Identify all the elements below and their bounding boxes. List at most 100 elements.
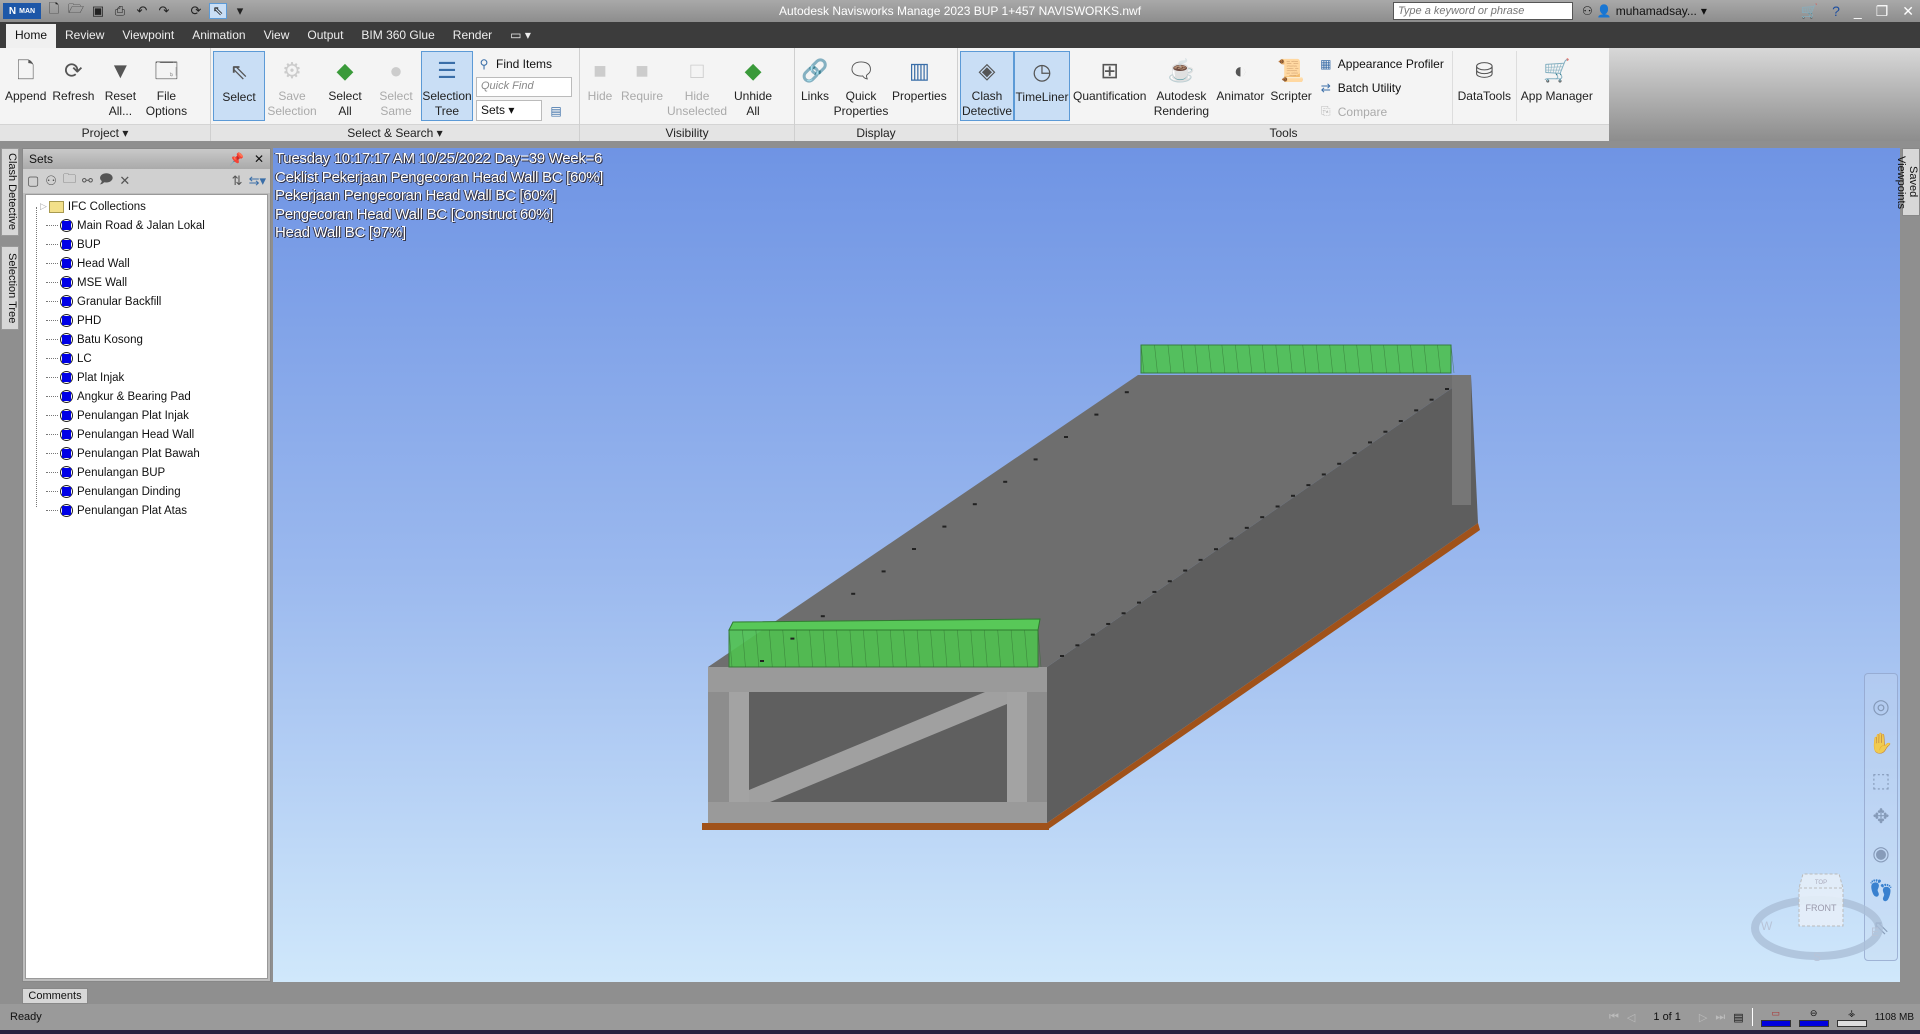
viewcube-top-label[interactable]: TOP [1815,880,1827,886]
scripter-button[interactable]: 📜 Scripter [1267,51,1314,121]
close-button[interactable]: ✕ [1902,3,1914,20]
group-label-project[interactable]: Project ▾ [0,124,210,141]
hide-unselected-button[interactable]: □ Hide Unselected [666,51,728,121]
bridge-model[interactable] [273,148,1900,982]
select-same-button[interactable]: ● Select Same [371,51,421,121]
tab-comments[interactable]: Comments [22,988,88,1004]
refresh-icon[interactable]: ⟳ [187,3,205,19]
tab-home[interactable]: Home [6,24,57,48]
find-items-button[interactable]: ⚲ Find Items [476,53,572,74]
add-comment-icon[interactable]: 🗩 [99,170,113,192]
tab-view[interactable]: View [255,24,299,48]
properties-button[interactable]: ▥ Properties [889,51,950,121]
tab-animation[interactable]: Animation [183,24,254,48]
app-logo[interactable]: N MAN [3,3,41,19]
binoculars-icon[interactable]: ⚇ [1582,4,1593,18]
sheet-browser-icon[interactable]: ▤ [1733,1011,1743,1024]
select-icon[interactable]: ⇖ [209,3,227,19]
appearance-profiler-button[interactable]: ▦ Appearance Profiler [1318,53,1444,74]
tree-item-set[interactable]: PHD [26,311,267,330]
links-button[interactable]: 🔗 Links [797,51,833,121]
import-export-icon[interactable]: ⇆▾ [249,173,266,189]
last-sheet-icon[interactable]: ⏭ [1715,1011,1725,1024]
look-around-icon[interactable]: ◉ [1872,841,1889,866]
customize-dropdown-icon[interactable]: ▾ [231,3,249,19]
tree-item-set[interactable]: Plat Injak [26,368,267,387]
tab-clash-detective[interactable]: Clash Detective [1,148,19,236]
quick-find-input[interactable]: Quick Find [476,77,572,97]
save-selection-icon[interactable]: ▢ [27,173,39,189]
expand-icon[interactable]: ▷ [40,201,47,212]
prev-sheet-icon[interactable]: ◁ [1627,1011,1635,1024]
compass-w[interactable]: W [1761,919,1773,933]
user-name[interactable]: muhamadsay... [1616,4,1697,18]
quick-properties-button[interactable]: 🗨 Quick Properties [833,51,889,121]
tree-item-set[interactable]: Penulangan Plat Bawah [26,444,267,463]
refresh-button[interactable]: ⟳ Refresh [49,51,97,121]
quantification-button[interactable]: ⊞ Quantification [1070,51,1149,121]
new-folder-icon[interactable]: 🗀 [63,170,76,192]
redo-icon[interactable]: ↷ [155,3,173,19]
batch-utility-button[interactable]: ⇄ Batch Utility [1318,77,1444,98]
tab-selection-tree[interactable]: Selection Tree [1,246,19,330]
tree-item-set[interactable]: Angkur & Bearing Pad [26,387,267,406]
hide-button[interactable]: ■ Hide [582,51,618,121]
user-menu[interactable]: ⚇ 👤 muhamadsay... ▾ [1582,2,1707,20]
compass-s[interactable]: S [1813,950,1821,964]
restore-button[interactable]: ❐ [1876,3,1889,20]
next-sheet-icon[interactable]: ▷ [1699,1011,1707,1024]
tree-item-set[interactable]: Penulangan Head Wall [26,425,267,444]
tab-saved-viewpoints[interactable]: Saved Viewpoints [1895,148,1920,216]
sort-icon[interactable]: ⇅ [232,173,243,189]
compare-button[interactable]: ⎘ Compare [1318,101,1444,122]
clash-detective-button[interactable]: ◈ Clash Detective [960,51,1014,121]
help-search-input[interactable]: Type a keyword or phrase [1393,2,1573,20]
tree-item-set[interactable]: Penulangan Dinding [26,482,267,501]
tree-item-set[interactable]: BUP [26,235,267,254]
select-all-button[interactable]: ◆ Select All [319,51,371,121]
tab-output[interactable]: Output [298,24,352,48]
save-selection-button[interactable]: ⚙ Save Selection [265,51,319,121]
cart-icon[interactable]: 🛒 [1801,3,1818,20]
save-icon[interactable]: ▣ [89,3,107,19]
print-icon[interactable]: ⎙ [111,3,129,19]
undo-icon[interactable]: ↶ [133,3,151,19]
close-panel-icon[interactable]: ✕ [254,152,264,166]
viewcube[interactable]: TOP FRONT W E S [1751,868,1891,978]
reset-all-button[interactable]: ▼ Reset All... [97,51,143,121]
tree-item-set[interactable]: LC [26,349,267,368]
tree-item-set[interactable]: Head Wall [26,254,267,273]
animator-button[interactable]: ◐ Animator [1213,51,1267,121]
append-button[interactable]: 🗋 Append [2,51,49,121]
tab-bim360-glue[interactable]: BIM 360 Glue [352,24,443,48]
require-button[interactable]: ■ Require [618,51,666,121]
open-icon[interactable]: 🗁 [67,1,85,19]
autodesk-rendering-button[interactable]: ☕ Autodesk Rendering [1149,51,1213,121]
orbit-icon[interactable]: ✥ [1873,804,1890,829]
tab-render[interactable]: Render [444,24,501,48]
steering-wheel-icon[interactable]: ◎ [1872,694,1889,719]
selection-tree-button[interactable]: ☰ Selection Tree [421,51,473,121]
group-label-select-search[interactable]: Select & Search ▾ [211,124,579,141]
save-search-icon[interactable]: ⚇ [45,173,57,189]
tree-folder-ifc-collections[interactable]: ▷ IFC Collections [26,197,267,216]
tree-item-set[interactable]: Batu Kosong [26,330,267,349]
delete-icon[interactable]: ✕ [119,173,130,189]
minimize-button[interactable]: _ [1854,3,1862,19]
file-options-button[interactable]: 🗔 File Options [143,51,189,121]
timeliner-button[interactable]: ◷ TimeLiner [1014,51,1070,121]
tree-item-set[interactable]: Penulangan Plat Injak [26,406,267,425]
viewcube-front-label[interactable]: FRONT [1806,903,1837,913]
tab-extra-dropdown[interactable]: ▭ ▾ [501,24,540,48]
app-manager-button[interactable]: 🛒 App Manager [1517,51,1597,121]
new-icon[interactable]: 🗋 [45,1,63,19]
tree-item-set[interactable]: Main Road & Jalan Lokal [26,216,267,235]
unhide-all-button[interactable]: ◆ Unhide All [728,51,778,121]
manage-sets-icon[interactable]: ▤ [548,103,564,119]
tab-viewpoint[interactable]: Viewpoint [113,24,183,48]
help-icon[interactable]: ? [1832,3,1840,19]
zoom-window-icon[interactable]: ⬚ [1872,768,1891,793]
tree-item-set[interactable]: Penulangan Plat Atas [26,501,267,520]
pin-icon[interactable]: 📌 [229,152,244,166]
compass-e[interactable]: E [1871,925,1879,939]
